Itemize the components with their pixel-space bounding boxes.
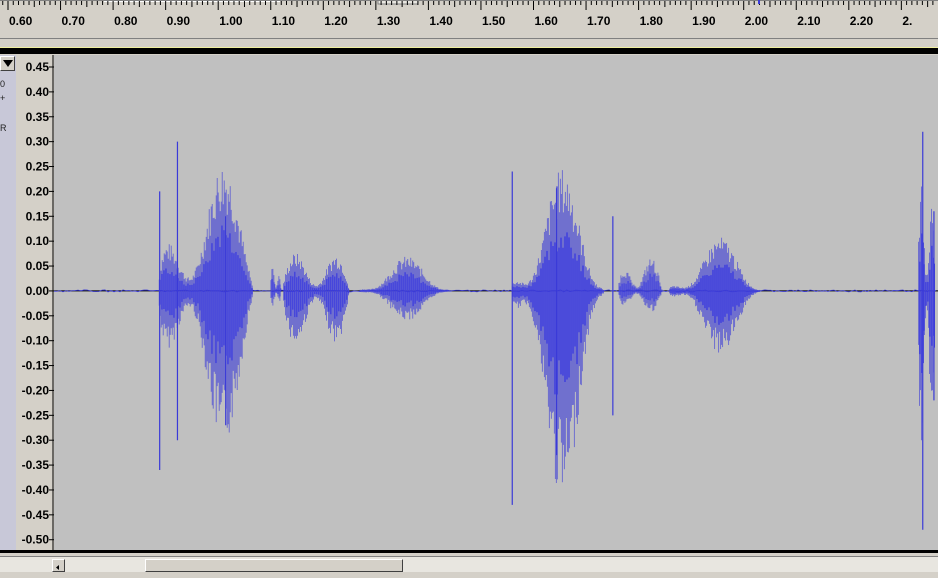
timeline-label: 0.90 — [167, 14, 191, 28]
timeline-label: 2.00 — [745, 14, 769, 28]
amplitude-label: -0.10 — [22, 334, 50, 348]
waveform-area[interactable] — [54, 55, 938, 551]
amplitude-label: 0.10 — [26, 234, 50, 248]
timeline-label: 0.60 — [9, 14, 33, 28]
amplitude-label: 0.05 — [26, 259, 50, 273]
amplitude-label: -0.45 — [22, 508, 50, 522]
timeline-label: 1.20 — [324, 14, 348, 28]
amplitude-label: 0.15 — [26, 209, 50, 223]
amplitude-label: -0.05 — [22, 309, 50, 323]
timeline-label: 1.90 — [692, 14, 716, 28]
track-border-bottom — [0, 550, 938, 553]
amplitude-label: 0.45 — [26, 60, 50, 74]
timeline-label: 2. — [902, 14, 912, 28]
triangle-down-icon — [3, 60, 13, 67]
horizontal-scrollbar[interactable] — [0, 556, 938, 572]
chevron-left-icon — [56, 565, 59, 570]
amplitude-label: -0.20 — [22, 383, 50, 397]
timeline-label: 2.10 — [797, 14, 821, 28]
timeline-label: 1.60 — [535, 14, 559, 28]
timeline-label: 1.70 — [587, 14, 611, 28]
timeline-label: 1.40 — [429, 14, 453, 28]
amplitude-label: 0.25 — [26, 160, 50, 174]
scroll-thumb[interactable] — [145, 559, 403, 572]
amplitude-label: 0.30 — [26, 135, 50, 149]
timeline-label: 0.80 — [114, 14, 138, 28]
scroll-left-button[interactable] — [52, 559, 65, 572]
timeline-label: 1.00 — [219, 14, 243, 28]
amplitude-label: 0.40 — [26, 85, 50, 99]
amplitude-label: 0.20 — [26, 184, 50, 198]
timeline-label: 1.30 — [377, 14, 401, 28]
track-glyph-pan[interactable]: R — [0, 123, 7, 133]
amplitude-ruler-svg: 0.45 0.40 0.35 0.30 0.25 0.20 0.15 0.10 0.05 0.00… — [22, 55, 54, 551]
track-glyph-0: 0 — [0, 79, 6, 89]
timeline-ruler-svg: 0.60 0.70 0.80 0.90 1.00 1.10 1.20 1.30 1.40 1.50… — [0, 0, 938, 28]
timeline-label: 1.50 — [482, 14, 506, 28]
amplitude-label: 0.00 — [26, 284, 50, 298]
track-glyph-gain[interactable]: + — [0, 93, 5, 103]
amplitude-label: -0.50 — [22, 533, 50, 547]
timeline-label: 0.70 — [62, 14, 86, 28]
amplitude-ruler: 0.45 0.40 0.35 0.30 0.25 0.20 0.15 0.10 0.05 0.00… — [16, 55, 54, 551]
timeline-label: 1.80 — [640, 14, 664, 28]
waveform-background — [54, 55, 938, 551]
amplitude-label: -0.15 — [22, 359, 50, 373]
track-control-panel[interactable]: 0 + R — [0, 55, 17, 551]
track-menu-button[interactable] — [0, 56, 15, 71]
amplitude-label: -0.30 — [22, 433, 50, 447]
track-border-top — [0, 47, 938, 54]
timeline-ruler[interactable]: 0.60 0.70 0.80 0.90 1.00 1.10 1.20 1.30 1.40 1.50… — [0, 0, 938, 39]
amplitude-label: -0.25 — [22, 408, 50, 422]
waveform-svg — [54, 55, 938, 551]
amplitude-label: -0.40 — [22, 483, 50, 497]
timeline-label: 1.10 — [272, 14, 296, 28]
amplitude-label: -0.35 — [22, 458, 50, 472]
amplitude-label: 0.35 — [26, 110, 50, 124]
timeline-label: 2.20 — [850, 14, 874, 28]
